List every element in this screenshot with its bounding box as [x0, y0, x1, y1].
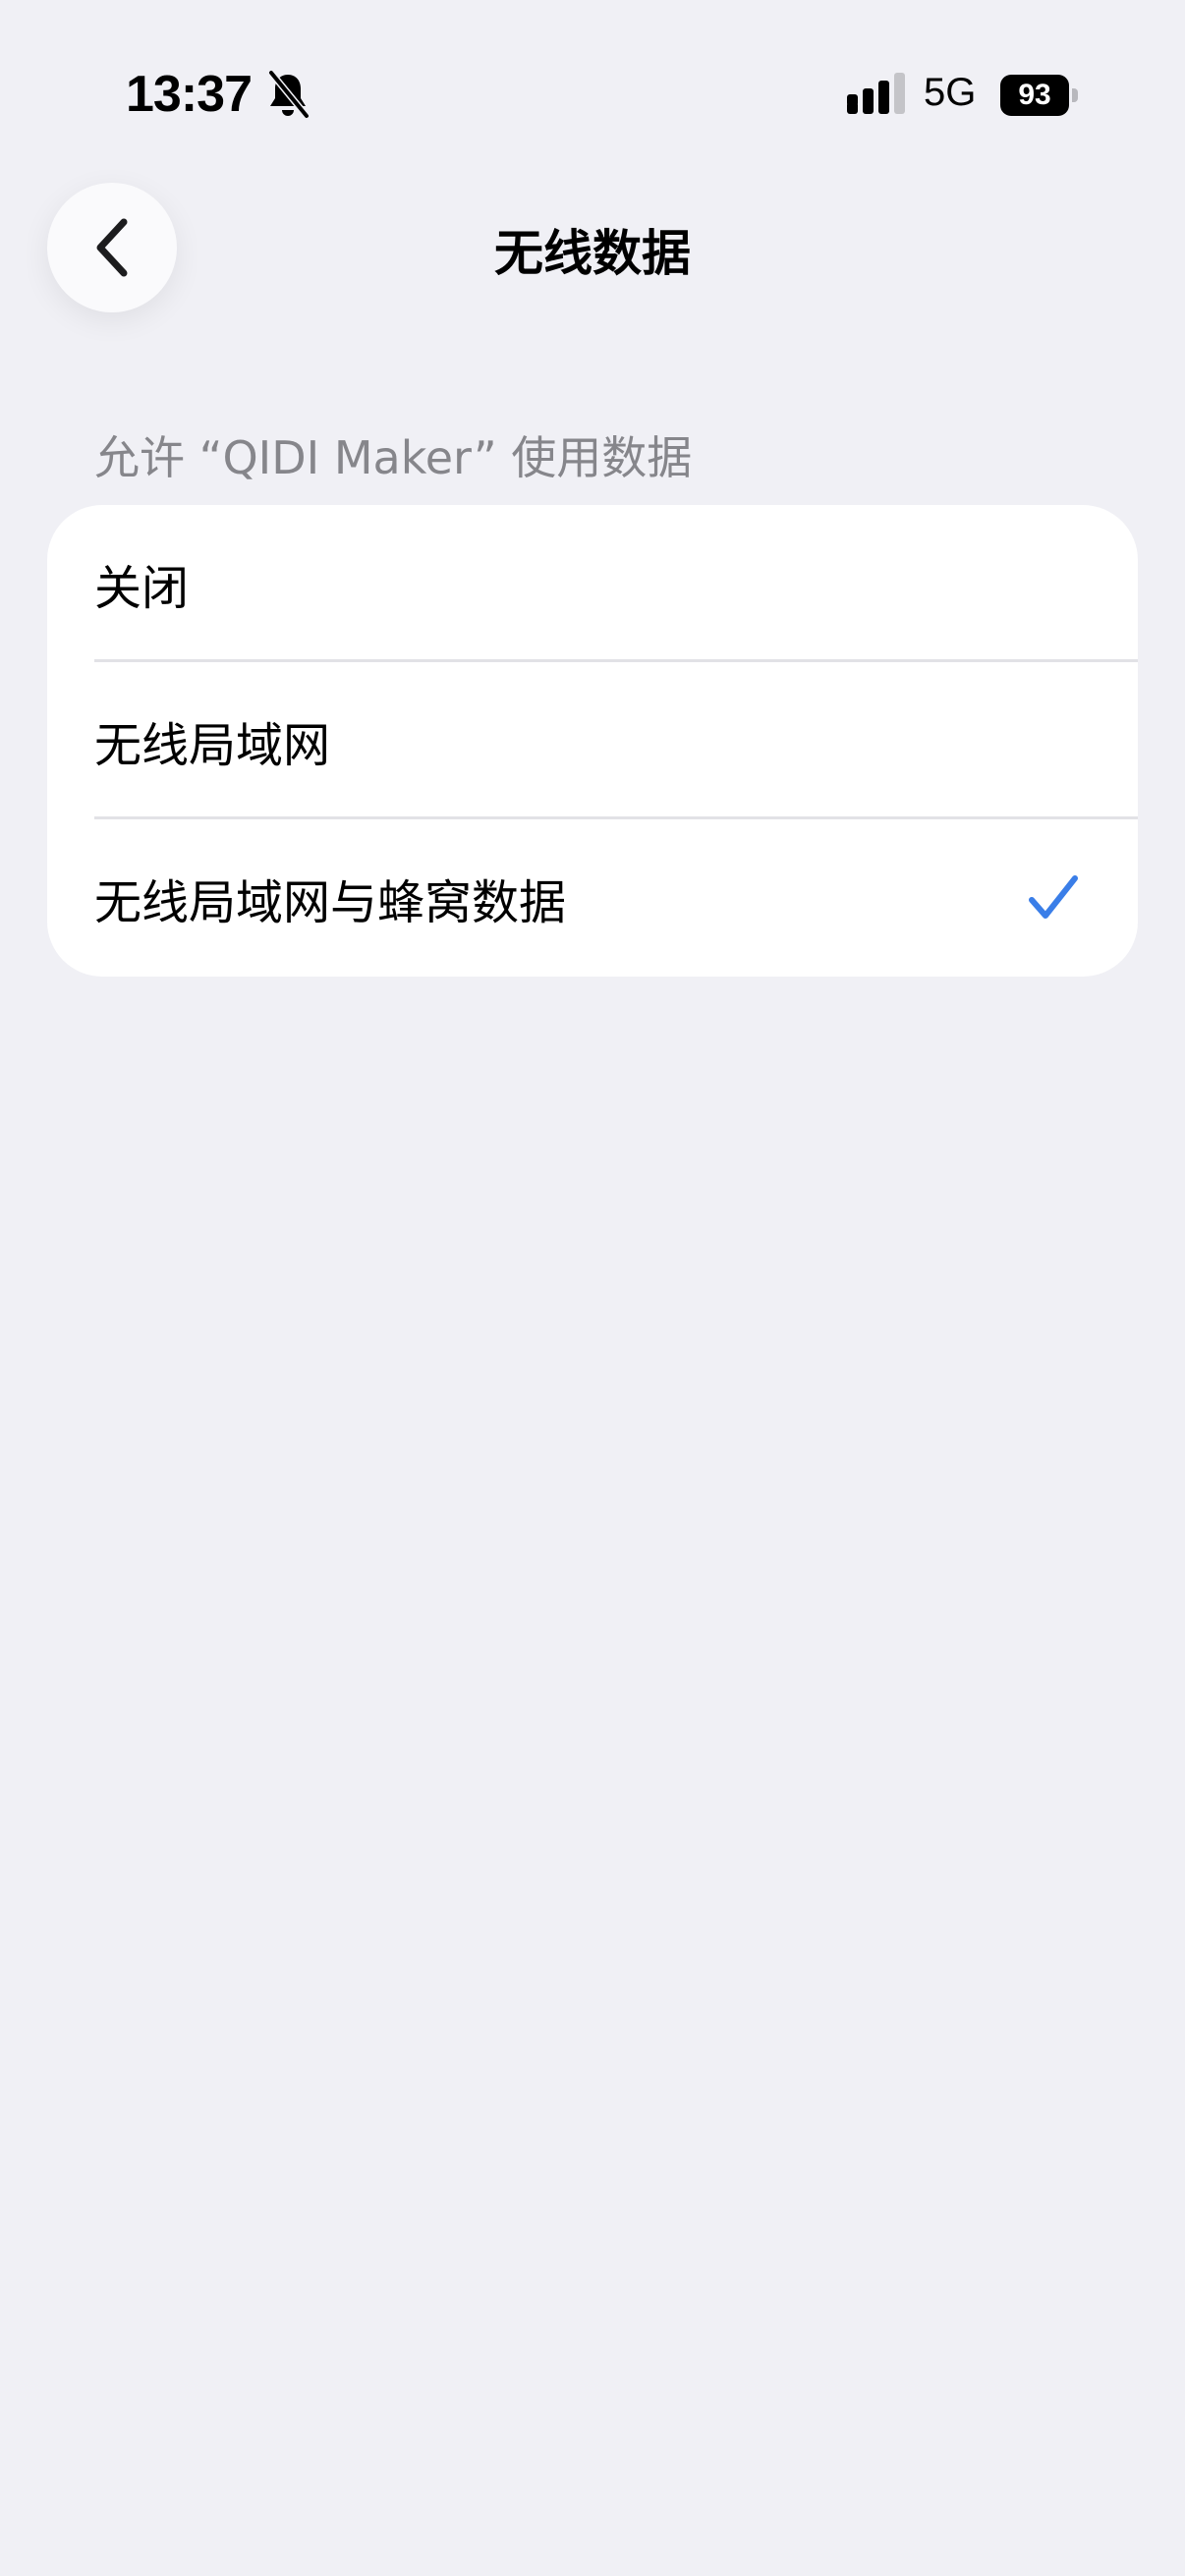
option-wlan[interactable]: 无线局域网 — [47, 662, 1138, 819]
chevron-left-icon — [96, 218, 128, 277]
page-title: 无线数据 — [494, 225, 691, 282]
signal-icon — [847, 73, 905, 114]
battery-cap — [1072, 88, 1078, 102]
back-button[interactable] — [47, 183, 177, 312]
option-off[interactable]: 关闭 — [47, 505, 1138, 662]
network-type: 5G — [924, 71, 977, 114]
option-wlan-cellular-label: 无线局域网与蜂窝数据 — [94, 875, 567, 930]
status-time: 13:37 — [126, 66, 253, 123]
battery-level: 93 — [1000, 75, 1069, 116]
option-wlan-label: 无线局域网 — [94, 718, 331, 773]
section-header: 允许 “QIDI Maker” 使用数据 — [94, 431, 693, 484]
screen: 13:37 5G 93 无线数据 允许 “QIDI Maker” 使用数据 关闭… — [0, 0, 1185, 2576]
battery-icon: 93 — [1000, 75, 1079, 116]
option-wlan-cellular[interactable]: 无线局域网与蜂窝数据 — [47, 819, 1138, 977]
checkmark-icon — [1029, 875, 1078, 919]
options-card: 关闭 无线局域网 无线局域网与蜂窝数据 — [47, 505, 1138, 977]
option-off-label: 关闭 — [94, 561, 190, 616]
bell-slash-icon — [268, 70, 310, 119]
status-bar: 13:37 5G 93 — [0, 0, 1185, 187]
